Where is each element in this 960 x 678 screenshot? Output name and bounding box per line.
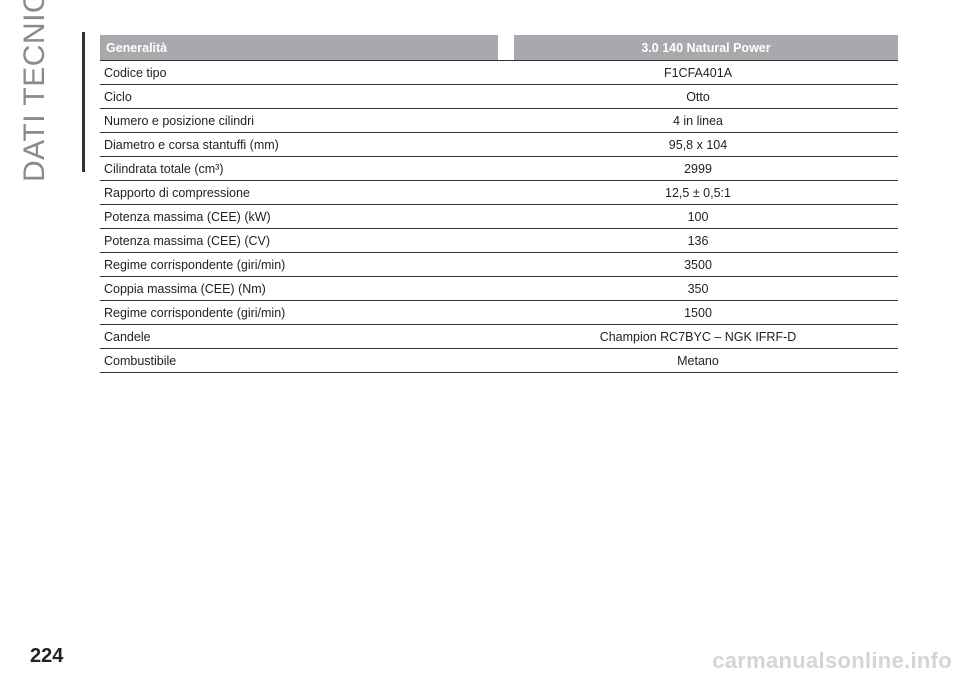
table-row: Regime corrispondente (giri/min) 1500: [100, 300, 898, 325]
row-label: Potenza massima (CEE) (CV): [100, 228, 498, 253]
header-gap: [498, 35, 514, 61]
table-row: Rapporto di compressione 12,5 ± 0,5:1: [100, 180, 898, 205]
table-row: Ciclo Otto: [100, 84, 898, 109]
row-value: 136: [498, 228, 898, 253]
watermark: carmanualsonline.info: [712, 648, 952, 673]
row-value: 4 in linea: [498, 108, 898, 133]
row-value: Otto: [498, 84, 898, 109]
header-label: Generalità: [100, 35, 498, 61]
row-label: Rapporto di compressione: [100, 180, 498, 205]
row-label: Regime corrispondente (giri/min): [100, 300, 498, 325]
row-value: 95,8 x 104: [498, 132, 898, 157]
row-label: Coppia massima (CEE) (Nm): [100, 276, 498, 301]
header-value: 3.0 140 Natural Power: [514, 35, 898, 61]
row-value: 350: [498, 276, 898, 301]
row-value: F1CFA401A: [498, 60, 898, 85]
row-label: Combustibile: [100, 348, 498, 373]
table-row: Numero e posizione cilindri 4 in linea: [100, 108, 898, 133]
row-label: Numero e posizione cilindri: [100, 108, 498, 133]
row-value: Metano: [498, 348, 898, 373]
table-row: Potenza massima (CEE) (CV) 136: [100, 228, 898, 253]
table-row: Potenza massima (CEE) (kW) 100: [100, 204, 898, 229]
row-label: Cilindrata totale (cm³): [100, 156, 498, 181]
row-value: 1500: [498, 300, 898, 325]
row-value: 12,5 ± 0,5:1: [498, 180, 898, 205]
table-row: Cilindrata totale (cm³) 2999: [100, 156, 898, 181]
row-label: Diametro e corsa stantuffi (mm): [100, 132, 498, 157]
table-body: Codice tipo F1CFA401A Ciclo Otto Numero e po…: [100, 60, 898, 373]
table-row: Regime corrispondente (giri/min) 3500: [100, 252, 898, 277]
row-value: 2999: [498, 156, 898, 181]
row-label: Regime corrispondente (giri/min): [100, 252, 498, 277]
section-title: DATI TECNICI: [18, 0, 51, 182]
row-label: Candele: [100, 324, 498, 349]
table-row: Codice tipo F1CFA401A: [100, 60, 898, 85]
table-row: Candele Champion RC7BYC – NGK IFRF-D: [100, 324, 898, 349]
table-row: Combustibile Metano: [100, 348, 898, 373]
row-label: Ciclo: [100, 84, 498, 109]
table-header-row: Generalità 3.0 140 Natural Power: [100, 35, 898, 61]
row-value: Champion RC7BYC – NGK IFRF-D: [498, 324, 898, 349]
section-title-bar: [82, 32, 85, 172]
row-value: 3500: [498, 252, 898, 277]
row-value: 100: [498, 204, 898, 229]
page-number: 224: [30, 645, 64, 667]
row-label: Codice tipo: [100, 60, 498, 85]
table-row: Coppia massima (CEE) (Nm) 350: [100, 276, 898, 301]
table-row: Diametro e corsa stantuffi (mm) 95,8 x 10…: [100, 132, 898, 157]
section-title-vertical: DATI TECNICI: [18, 0, 80, 182]
spec-table: Generalità 3.0 140 Natural Power Codice …: [100, 35, 898, 373]
row-label: Potenza massima (CEE) (kW): [100, 204, 498, 229]
